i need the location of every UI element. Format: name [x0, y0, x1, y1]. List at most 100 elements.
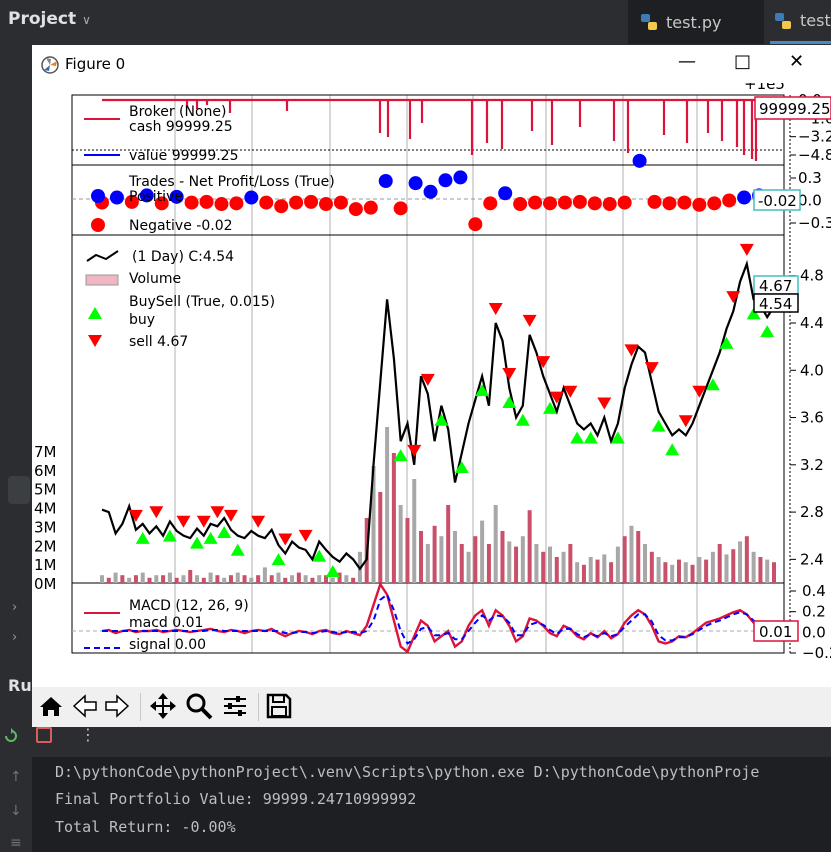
minimize-button[interactable]: — [678, 51, 696, 72]
volume-bar [636, 531, 641, 583]
sell-marker [522, 314, 537, 327]
project-label: Project [8, 9, 77, 29]
price-y-tick-label: 4.4 [800, 314, 824, 332]
volume-bar [283, 577, 288, 583]
trades-last-value: -0.02 [758, 192, 797, 210]
sell-marker [644, 362, 659, 375]
trade-negative-point [617, 195, 632, 210]
volume-bar [188, 570, 193, 583]
volume-bar [120, 575, 125, 583]
trade-negative-point [483, 196, 498, 211]
rail-active-item[interactable] [8, 476, 30, 504]
chevron-right-icon[interactable]: › [12, 630, 17, 645]
broker-y-tick-label: −4.8 [798, 146, 831, 164]
arrow-up-icon[interactable]: ↑ [10, 769, 22, 785]
price-y-tick-label: 3.2 [800, 456, 824, 474]
run-panel-label[interactable]: Ru [8, 676, 32, 695]
volume-bar [113, 572, 118, 583]
volume-bar [744, 536, 749, 583]
close-button[interactable]: ✕ [789, 51, 804, 72]
volume-bar [663, 562, 668, 583]
volume-bar [710, 551, 715, 583]
volume-bar [452, 531, 457, 583]
home-icon[interactable] [36, 691, 66, 721]
rerun-icon[interactable] [2, 727, 20, 745]
plot-canvas[interactable]: +1e50.0−1.6−3.2−4.8Broker (None)cash 999… [32, 75, 831, 703]
broker-offset-label: +1e5 [744, 83, 785, 93]
legend-volume: Volume [129, 271, 181, 287]
arrow-down-icon[interactable]: ↓ [10, 803, 22, 819]
legend-close: (1 Day) C:4.54 [132, 249, 234, 265]
sell-marker [739, 243, 754, 256]
maximize-button[interactable]: □ [734, 51, 751, 72]
volume-tick-label: 1M [34, 556, 57, 574]
tab-label: test [800, 11, 831, 30]
legend-macd-title: MACD (12, 26, 9) [129, 598, 249, 614]
pan-icon[interactable] [148, 691, 178, 721]
volume-bar [242, 575, 247, 583]
trade-negative-point [513, 197, 528, 212]
trade-negative-point [707, 196, 722, 211]
backtrader-plot: +1e50.0−1.6−3.2−4.8Broker (None)cash 999… [34, 75, 831, 662]
volume-bar [459, 544, 464, 583]
sell-marker [251, 515, 266, 528]
volume-bar [310, 577, 315, 583]
configure-subplots-icon[interactable] [220, 691, 250, 721]
trade-negative-point [677, 195, 692, 210]
legend-cash: cash 99999.25 [129, 119, 233, 135]
chevron-down-icon: ∨ [82, 13, 91, 27]
trade-negative-point [304, 194, 319, 209]
volume-bar [201, 577, 206, 583]
volume-bar [731, 549, 736, 583]
matplotlib-figure-window: Figure 0 — □ ✕ +1e50.0−1.6−3.2−4.8Broker… [32, 45, 831, 727]
volume-bar [446, 505, 451, 583]
trade-negative-point [557, 195, 572, 210]
tab-label: test.py [666, 12, 722, 32]
chevron-right-icon[interactable]: › [12, 600, 17, 615]
save-icon[interactable] [264, 691, 294, 721]
run-console[interactable]: D:\pythonCode\pythonProject\.venv\Script… [32, 757, 831, 852]
trade-negative-point [602, 197, 617, 212]
buy-marker [135, 531, 150, 544]
toolbar-separator [140, 693, 141, 721]
price-y-tick-label: 2.8 [800, 503, 824, 521]
volume-bar [541, 551, 546, 583]
macd-y-tick-label: −0.2 [802, 644, 831, 662]
back-arrow-icon[interactable] [70, 691, 100, 721]
volume-tick-label: 4M [34, 500, 57, 518]
sell-marker [726, 291, 741, 304]
zoom-icon[interactable] [184, 691, 214, 721]
stop-icon[interactable] [36, 727, 52, 743]
forward-arrow-icon[interactable] [102, 691, 132, 721]
figure-title-bar: Figure 0 — □ ✕ [32, 45, 831, 83]
ide-top-bar: Project ∨ test.py test [0, 0, 831, 44]
volume-bar [133, 575, 138, 583]
volume-bar [296, 572, 301, 583]
volume-bar [486, 544, 491, 583]
volume-bar [581, 564, 586, 583]
trade-negative-point [199, 194, 214, 209]
volume-tick-label: 6M [34, 462, 57, 480]
volume-bar [439, 536, 444, 583]
tab-test[interactable]: test [770, 0, 831, 44]
more-options-icon[interactable]: ⋮ [80, 725, 96, 744]
volume-bar [391, 453, 396, 583]
legend-buy-swatch [88, 307, 102, 319]
sell-marker [298, 529, 313, 542]
project-menu[interactable]: Project ∨ [8, 9, 91, 29]
trade-positive-point [423, 184, 438, 199]
wrap-icon[interactable]: ≡ [10, 835, 22, 851]
volume-bar [249, 577, 254, 583]
volume-bar [235, 572, 240, 583]
volume-bar [419, 531, 424, 583]
volume-bar [500, 531, 505, 583]
sell-marker [488, 303, 503, 315]
volume-tick-label: 2M [34, 537, 57, 555]
buy-marker [230, 543, 245, 556]
tab-test-py[interactable]: test.py [628, 0, 764, 44]
volume-bar [344, 575, 349, 583]
volume-bar [765, 559, 770, 583]
volume-bar [432, 525, 437, 583]
macd-y-tick-label: 0.0 [802, 623, 826, 641]
macd-y-tick-label: 0.4 [802, 582, 826, 600]
